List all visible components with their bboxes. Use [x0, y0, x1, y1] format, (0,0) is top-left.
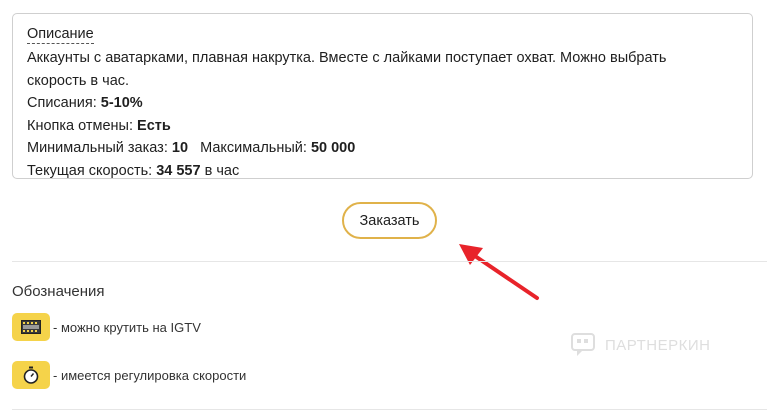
- divider-bottom: [12, 409, 767, 410]
- legend-speed-text: - имеется регулировка скорости: [53, 367, 247, 383]
- legend-title: Обозначения: [12, 283, 105, 300]
- legend-item-igtv: - можно крутить на IGTV: [12, 313, 201, 341]
- stopwatch-icon: [12, 361, 50, 389]
- watermark-text: ПАРТНЕРКИН: [605, 336, 711, 354]
- legend-item-speed: - имеется регулировка скорости: [12, 361, 246, 389]
- watermark-logo-icon: [571, 333, 595, 356]
- divider-top: [12, 261, 767, 262]
- watermark: ПАРТНЕРКИН: [571, 333, 710, 357]
- legend-igtv-text: - можно крутить на IGTV: [53, 319, 201, 335]
- film-icon: [12, 313, 50, 341]
